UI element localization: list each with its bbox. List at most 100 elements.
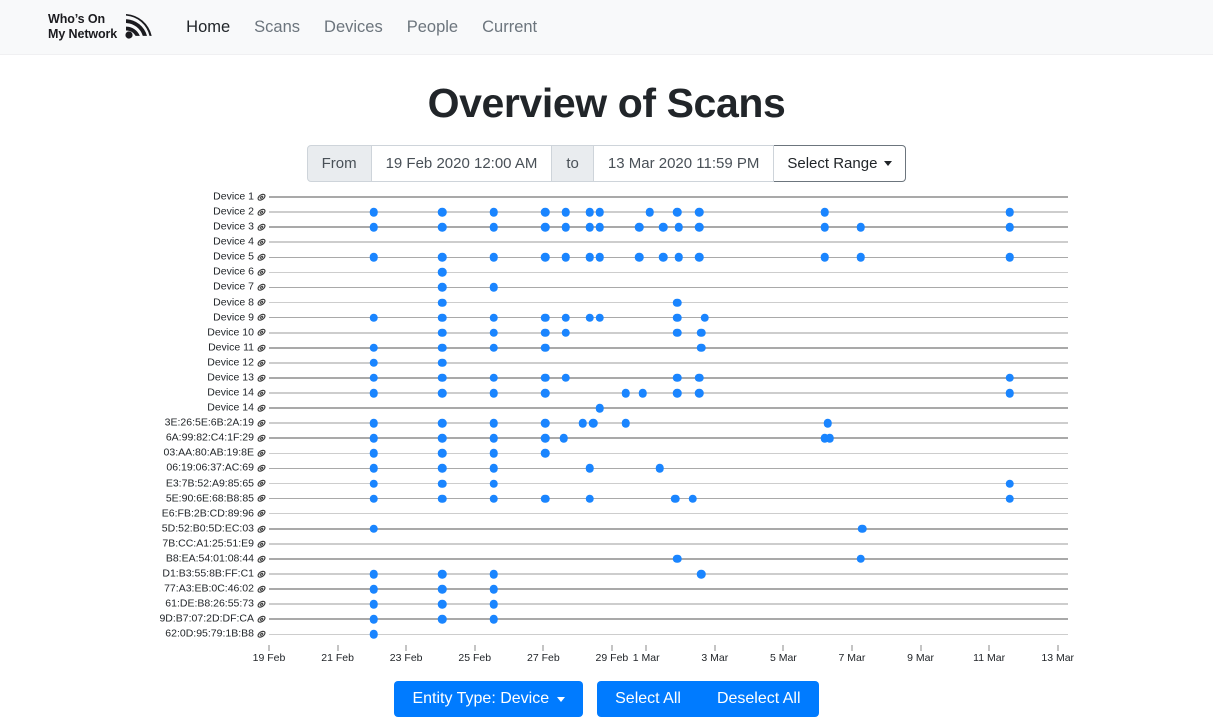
chart-data-point[interactable] (540, 328, 550, 337)
chart-data-point[interactable] (645, 207, 654, 217)
chart-row-label[interactable]: Device 13 (207, 372, 266, 384)
scans-timeline-chart[interactable]: Device 1 Device 2 Device 3 Device 4 Device 5… (0, 188, 1213, 673)
nav-link-home[interactable]: Home (186, 18, 230, 37)
chart-data-point[interactable] (696, 328, 706, 337)
chart-data-point[interactable] (585, 207, 594, 217)
select-all-button[interactable]: Select All (597, 681, 699, 717)
chart-data-point[interactable] (437, 328, 447, 337)
chart-data-point[interactable] (369, 253, 378, 262)
chart-data-point[interactable] (856, 253, 865, 262)
chart-data-point[interactable] (688, 494, 697, 503)
chart-data-point[interactable] (489, 569, 498, 579)
chart-data-point[interactable] (1005, 494, 1014, 503)
chart-data-point[interactable] (540, 449, 550, 458)
chart-data-point[interactable] (540, 418, 550, 428)
chart-data-point[interactable] (585, 313, 594, 322)
chart-data-point[interactable] (369, 343, 378, 353)
chart-data-point[interactable] (696, 343, 706, 353)
chart-data-point[interactable] (588, 418, 598, 428)
chart-data-point[interactable] (595, 222, 605, 232)
chart-data-point[interactable] (671, 494, 680, 503)
chart-data-point[interactable] (489, 449, 498, 458)
chart-data-point[interactable] (561, 373, 570, 383)
to-date-input[interactable]: 13 Mar 2020 11:59 PM (593, 145, 775, 182)
chart-data-point[interactable] (437, 434, 447, 443)
chart-data-point[interactable] (437, 569, 447, 579)
chart-data-point[interactable] (672, 313, 682, 322)
chart-data-point[interactable] (635, 222, 644, 232)
chart-row-label[interactable]: Device 2 (213, 207, 266, 218)
chart-data-point[interactable] (695, 207, 704, 217)
chart-data-point[interactable] (540, 222, 550, 232)
chart-data-point[interactable] (635, 253, 644, 262)
chart-data-point[interactable] (437, 584, 447, 594)
chart-data-point[interactable] (585, 494, 594, 503)
chart-data-point[interactable] (638, 388, 648, 398)
chart-data-point[interactable] (489, 494, 498, 503)
chart-data-point[interactable] (437, 283, 447, 292)
chart-data-point[interactable] (672, 388, 682, 398)
chart-data-point[interactable] (820, 207, 829, 217)
nav-link-current[interactable]: Current (482, 18, 537, 37)
chart-data-point[interactable] (489, 464, 498, 473)
chart-data-point[interactable] (489, 343, 498, 353)
chart-data-point[interactable] (655, 464, 665, 473)
chart-data-point[interactable] (1005, 479, 1014, 488)
chart-data-point[interactable] (437, 207, 447, 217)
chart-data-point[interactable] (672, 554, 682, 564)
chart-data-point[interactable] (540, 343, 550, 353)
chart-row-label[interactable]: Device 9 (213, 312, 266, 323)
chart-data-point[interactable] (659, 222, 668, 232)
chart-row-label[interactable]: 3E:26:5E:6B:2A:19 (165, 418, 266, 429)
chart-row-label[interactable]: 03:AA:80:AB:19:8E (164, 448, 266, 459)
chart-data-point[interactable] (595, 253, 605, 262)
chart-data-point[interactable] (1005, 253, 1014, 262)
chart-data-point[interactable] (489, 373, 498, 383)
chart-data-point[interactable] (489, 584, 498, 594)
chart-data-point[interactable] (437, 464, 447, 473)
chart-data-point[interactable] (1005, 388, 1014, 398)
chart-data-point[interactable] (856, 554, 865, 564)
chart-row-label[interactable]: Device 5 (213, 252, 266, 263)
chart-row-label[interactable]: 06:19:06:37:AC:69 (166, 463, 266, 474)
chart-data-point[interactable] (561, 222, 570, 232)
chart-data-point[interactable] (585, 464, 594, 473)
chart-data-point[interactable] (369, 479, 378, 488)
chart-row-label[interactable]: Device 12 (207, 357, 266, 369)
chart-data-point[interactable] (369, 313, 378, 322)
chart-row-label[interactable]: 61:DE:B8:26:55:73 (165, 599, 266, 610)
chart-data-point[interactable] (437, 373, 447, 383)
chart-data-point[interactable] (540, 253, 550, 262)
chart-row-label[interactable]: Device 1 (213, 191, 266, 203)
chart-row-label[interactable]: 7B:CC:A1:25:51:E9 (162, 538, 266, 550)
chart-data-point[interactable] (561, 328, 570, 337)
chart-row-label[interactable]: 5D:52:B0:5D:EC:03 (162, 523, 266, 534)
chart-data-point[interactable] (540, 313, 550, 322)
chart-data-point[interactable] (369, 569, 378, 579)
chart-data-point[interactable] (695, 222, 704, 232)
chart-row-label[interactable]: Device 6 (213, 267, 266, 278)
chart-data-point[interactable] (369, 584, 378, 594)
chart-data-point[interactable] (489, 283, 498, 292)
chart-data-point[interactable] (437, 343, 447, 353)
chart-data-point[interactable] (437, 313, 447, 322)
chart-data-point[interactable] (696, 569, 706, 579)
chart-data-point[interactable] (559, 434, 569, 443)
chart-row-label[interactable]: 62:0D:95:79:1B:B8 (165, 629, 266, 640)
chart-data-point[interactable] (578, 418, 588, 428)
chart-plot-area[interactable]: Device 1 Device 2 Device 3 Device 4 Device 5… (0, 188, 1213, 673)
chart-row-label[interactable]: Device 8 (213, 297, 266, 308)
chart-row-label[interactable]: 77:A3:EB:0C:46:02 (164, 584, 266, 595)
brand-logo[interactable]: Who’s On My Network (48, 12, 152, 42)
chart-data-point[interactable] (437, 494, 447, 503)
chart-data-point[interactable] (369, 373, 378, 383)
chart-data-point[interactable] (674, 222, 684, 232)
chart-data-point[interactable] (561, 253, 570, 262)
chart-data-point[interactable] (369, 388, 378, 398)
chart-data-point[interactable] (369, 418, 378, 428)
chart-data-point[interactable] (1005, 207, 1014, 217)
chart-data-point[interactable] (561, 313, 570, 322)
chart-data-point[interactable] (621, 388, 630, 398)
chart-data-point[interactable] (672, 328, 682, 337)
chart-data-point[interactable] (820, 253, 829, 262)
